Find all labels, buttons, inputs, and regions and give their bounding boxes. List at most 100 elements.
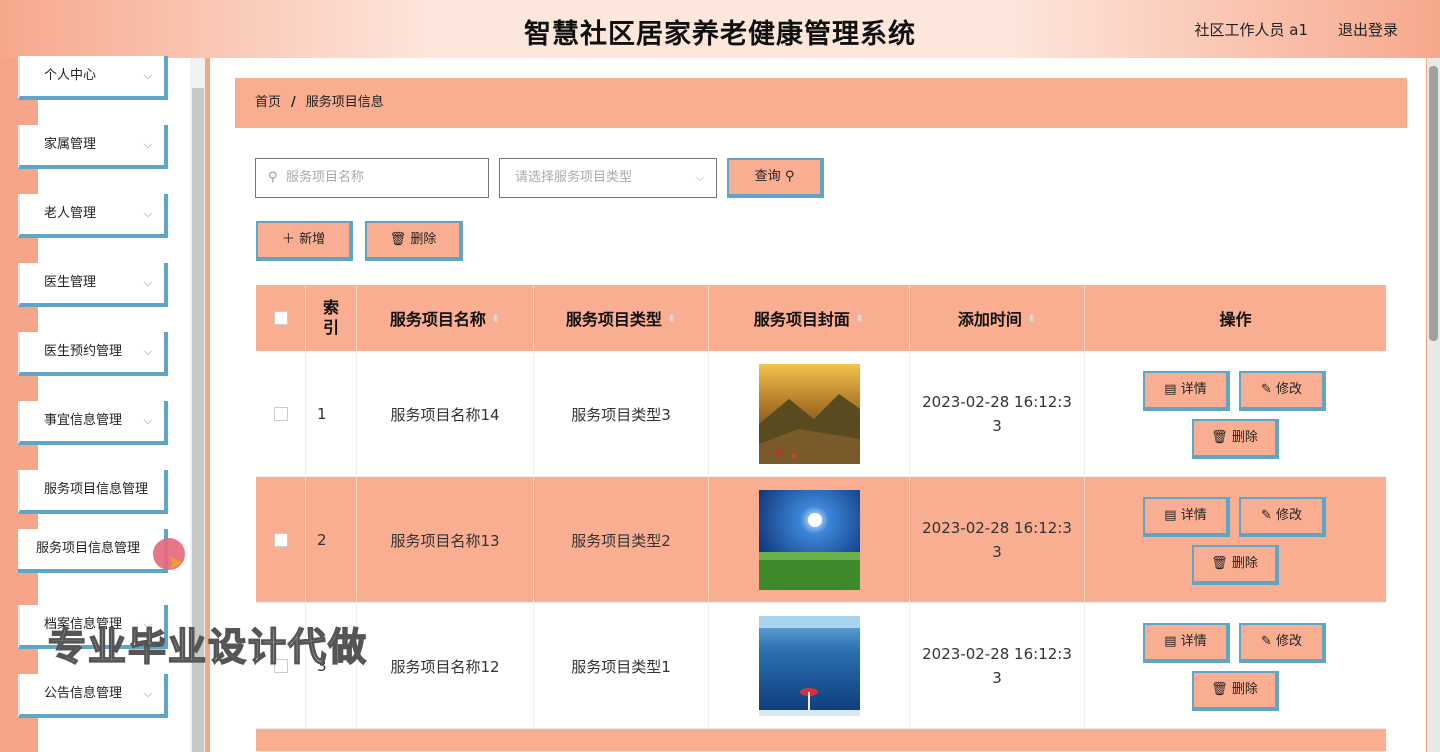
header-name[interactable]: 服务项目名称 ⬍: [357, 285, 534, 351]
header-type[interactable]: 服务项目类型 ⬍: [534, 285, 709, 351]
trash-icon: 🗑: [1211, 556, 1232, 571]
delete-button[interactable]: 🗑 删除: [1192, 545, 1279, 585]
row-name: 服务项目名称13: [357, 477, 534, 603]
bulk-delete-button[interactable]: 🗑 删除: [365, 221, 463, 261]
row-cover: [709, 351, 910, 477]
row-index: 2: [306, 477, 357, 603]
sidebar-item-elderly[interactable]: 老人管理 ⌵: [18, 194, 168, 238]
row-index: 1: [306, 351, 357, 477]
detail-label: 详情: [1180, 508, 1207, 523]
chevron-down-icon: ⌵: [143, 69, 152, 82]
delete-button[interactable]: 🗑 删除: [1192, 419, 1279, 459]
row-time: 2023-02-28 16:12:33: [910, 351, 1085, 477]
row-cover: [709, 477, 910, 603]
detail-button[interactable]: ▤ 详情: [1143, 371, 1230, 411]
chevron-down-icon: ⌵: [143, 687, 152, 700]
sidebar-item-label: 医生管理: [44, 275, 97, 290]
query-button[interactable]: 查询 ⚲: [727, 158, 824, 198]
select-all-checkbox[interactable]: [273, 311, 288, 325]
sidebar-item-label: 家属管理: [44, 137, 97, 152]
header-cover[interactable]: 服务项目封面 ⬍: [709, 285, 910, 351]
query-label: 查询: [754, 169, 781, 184]
sidebar-item-notice[interactable]: 公告信息管理 ⌵: [18, 674, 168, 718]
sidebar-item-appointment[interactable]: 医生预约管理 ⌵: [18, 332, 168, 376]
add-label: 新增: [299, 232, 326, 247]
sort-icon[interactable]: ⬍: [1027, 312, 1036, 325]
sort-icon[interactable]: ⬍: [667, 312, 676, 325]
sidebar-item-family[interactable]: 家属管理 ⌵: [18, 125, 168, 169]
document-icon: ▤: [1164, 382, 1181, 397]
page-scrollbar[interactable]: [1429, 66, 1438, 341]
edit-label: 修改: [1276, 382, 1303, 397]
table-row: 2 服务项目名称13 服务项目类型2 2023-02-28 16:12:33 ▤…: [256, 477, 1386, 603]
sidebar-subitem-service-active[interactable]: 服务项目信息管理: [18, 529, 168, 573]
search-icon: ⚲: [784, 169, 795, 184]
chevron-down-icon: ⌵: [695, 171, 704, 184]
chevron-down-icon: ⌵: [143, 138, 152, 151]
row-time: 2023-02-28 16:12:33: [910, 603, 1085, 729]
select-placeholder: 请选择服务项目类型: [515, 170, 633, 185]
table-row: [256, 729, 1386, 752]
edit-label: 修改: [1276, 508, 1303, 523]
mouse-pointer-icon: ➤: [167, 550, 184, 574]
edit-button[interactable]: ✎ 修改: [1239, 497, 1326, 537]
sidebar-item-doctor[interactable]: 医生管理 ⌵: [18, 263, 168, 307]
header-time-label: 添加时间: [957, 310, 1022, 329]
service-type-select[interactable]: 请选择服务项目类型 ⌵: [499, 158, 717, 198]
sidebar-item-label: 公告信息管理: [44, 686, 123, 701]
row-time: 2023-02-28 16:12:33: [910, 477, 1085, 603]
header-time[interactable]: 添加时间 ⬍: [910, 285, 1085, 351]
breadcrumb-current: 服务项目信息: [305, 95, 384, 110]
sidebar-item-label: 事宜信息管理: [44, 413, 123, 428]
add-button[interactable]: ＋ 新增: [256, 221, 353, 261]
sidebar-item-label: 老人管理: [44, 206, 97, 221]
pencil-icon: ✎: [1260, 634, 1276, 649]
top-header: 智慧社区居家养老健康管理系统 社区工作人员 a1 退出登录: [0, 0, 1440, 58]
sidebar-item-label: 服务项目信息管理: [36, 541, 141, 556]
current-user: 社区工作人员 a1: [1194, 21, 1308, 39]
delete-label: 删除: [1231, 556, 1258, 571]
table-header: 索 引 服务项目名称 ⬍ 服务项目类型 ⬍ 服务项目封面 ⬍ 添加时间 ⬍ 操作: [256, 285, 1386, 351]
plus-icon: ＋: [281, 232, 300, 247]
detail-button[interactable]: ▤ 详情: [1143, 623, 1230, 663]
row-select-cell: [256, 351, 306, 477]
row-type: 服务项目类型2: [534, 477, 709, 603]
logout-link[interactable]: 退出登录: [1338, 19, 1398, 40]
table-row: 3 服务项目名称12 服务项目类型1 2023-02-28 16:12:33 ▤…: [256, 603, 1386, 729]
row-checkbox[interactable]: [273, 533, 288, 547]
document-icon: ▤: [1164, 634, 1181, 649]
chevron-down-icon: ⌵: [143, 414, 152, 427]
row-checkbox[interactable]: [273, 407, 288, 421]
sidebar-item-service[interactable]: 服务项目信息管理: [18, 470, 168, 514]
header-actions: 操作: [1219, 310, 1252, 329]
breadcrumb-home[interactable]: 首页: [255, 95, 281, 110]
sidebar-item-matters[interactable]: 事宜信息管理 ⌵: [18, 401, 168, 445]
sort-icon[interactable]: ⬍: [491, 312, 500, 325]
detail-button[interactable]: ▤ 详情: [1143, 497, 1230, 537]
pencil-icon: ✎: [1260, 508, 1276, 523]
sort-icon[interactable]: ⬍: [855, 312, 864, 325]
header-name-label: 服务项目名称: [389, 310, 486, 329]
select-all-cell: [256, 285, 306, 351]
table-row: 1 服务项目名称14 服务项目类型3 2023-02-28 16:12:33 ▤…: [256, 351, 1386, 477]
delete-label: 删除: [1231, 682, 1258, 697]
sidebar-item-personal-center[interactable]: 个人中心 ⌵: [18, 56, 168, 100]
row-type: 服务项目类型1: [534, 603, 709, 729]
trash-icon: 🗑: [389, 232, 411, 247]
delete-button[interactable]: 🗑 删除: [1192, 671, 1279, 711]
trash-icon: 🗑: [1211, 682, 1232, 697]
service-name-search-input[interactable]: ⚲ 服务项目名称: [255, 158, 489, 198]
chevron-down-icon: ⌵: [143, 207, 152, 220]
search-icon: ⚲: [268, 170, 278, 185]
chevron-down-icon: ⌵: [143, 276, 152, 289]
sidebar-item-label: 个人中心: [44, 68, 97, 83]
row-name: 服务项目名称12: [357, 603, 534, 729]
edit-button[interactable]: ✎ 修改: [1239, 371, 1326, 411]
pencil-icon: ✎: [1260, 382, 1276, 397]
edit-label: 修改: [1276, 634, 1303, 649]
breadcrumb-separator: /: [291, 95, 296, 110]
row-cover: [709, 603, 910, 729]
edit-button[interactable]: ✎ 修改: [1239, 623, 1326, 663]
sidebar-item-label: 医生预约管理: [44, 344, 123, 359]
delete-label: 删除: [1231, 430, 1258, 445]
